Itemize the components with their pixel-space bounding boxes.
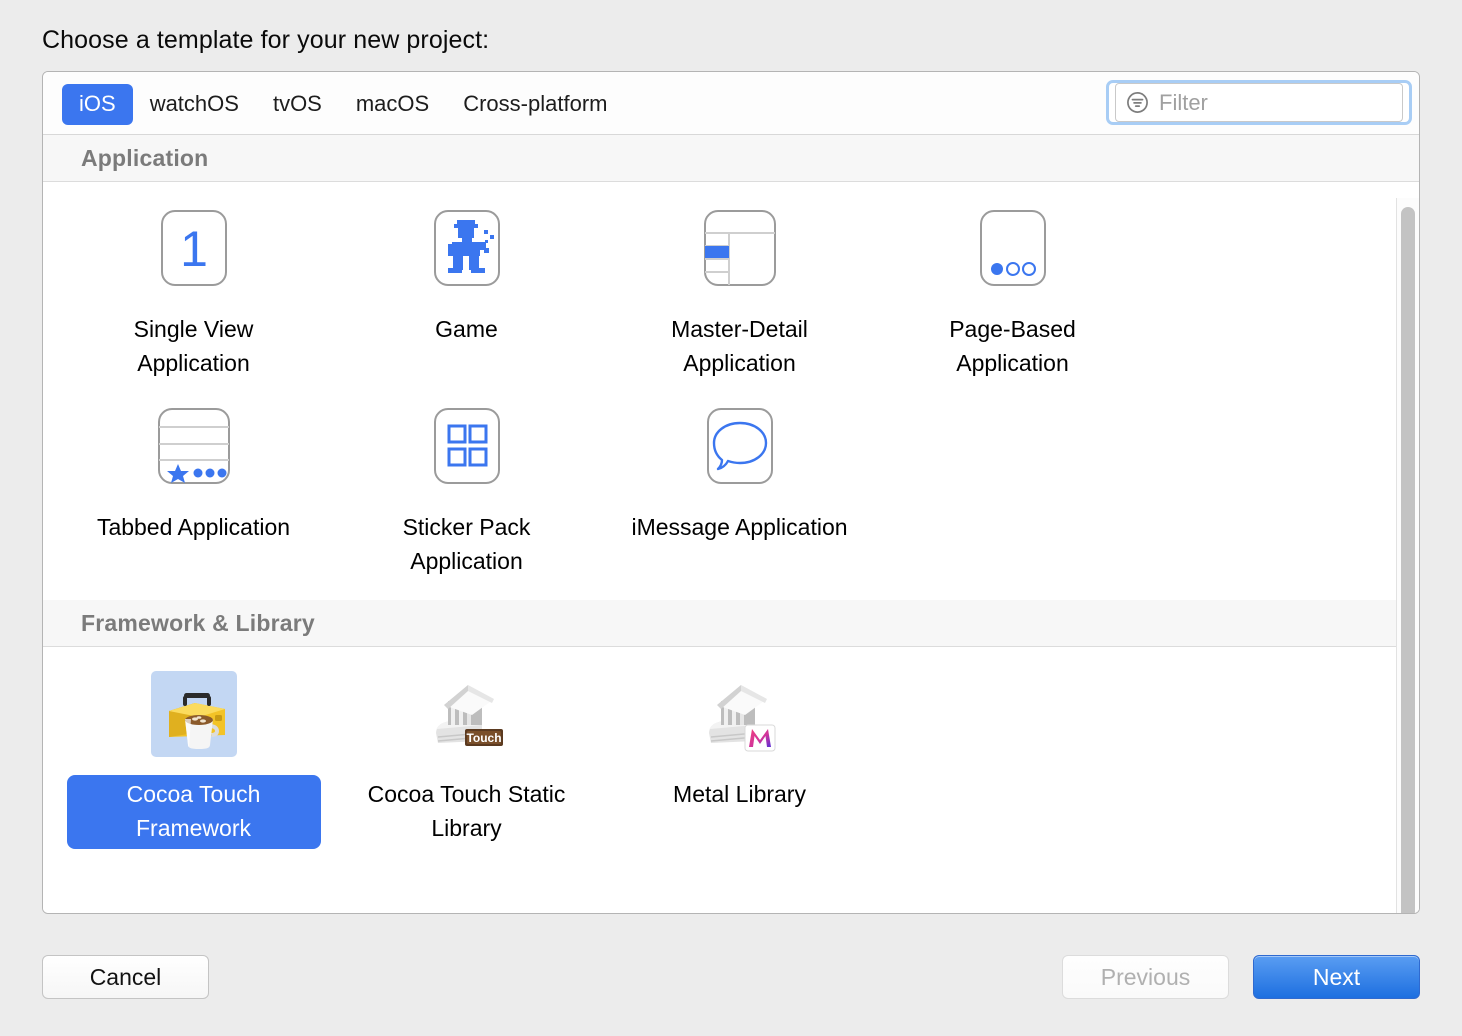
template-item-label: Cocoa Touch Static Library — [340, 775, 594, 849]
static-library-badge-text: Touch — [466, 731, 501, 745]
tab-macos[interactable]: macOS — [339, 84, 446, 125]
template-item-imessage-application[interactable]: iMessage Application — [603, 392, 876, 590]
dialog-prompt: Choose a template for your new project: — [42, 26, 489, 55]
game-robot-icon — [424, 206, 510, 292]
library-touch-icon: Touch — [424, 671, 510, 757]
template-item-label: Page-Based Application — [886, 310, 1140, 384]
tab-tvos[interactable]: tvOS — [256, 84, 339, 125]
library-metal-icon — [697, 671, 783, 757]
template-chooser-panel: iOS watchOS tvOS macOS Cross-platform — [42, 71, 1420, 914]
new-project-template-dialog: Choose a template for your new project: … — [0, 0, 1462, 1036]
template-grid-application: 1 Single View Application — [43, 194, 1398, 590]
imessage-icon — [697, 404, 783, 490]
template-item-page-based-application[interactable]: Page-Based Application — [876, 194, 1149, 392]
template-item-cocoa-touch-static-library[interactable]: Touch Cocoa Touch Static Library — [330, 659, 603, 857]
template-item-single-view-application[interactable]: 1 Single View Application — [57, 194, 330, 392]
platform-tab-bar: iOS watchOS tvOS macOS Cross-platform — [62, 84, 624, 125]
template-item-label: Cocoa Touch Framework — [67, 775, 321, 849]
template-item-label: Master-Detail Application — [613, 310, 867, 384]
panel-toolbar: iOS watchOS tvOS macOS Cross-platform — [43, 72, 1419, 135]
scrollbar-thumb[interactable] — [1401, 207, 1415, 914]
filter-field-focus-ring: Filter — [1106, 80, 1412, 125]
master-detail-icon — [697, 206, 783, 292]
template-item-tabbed-application[interactable]: Tabbed Application — [57, 392, 330, 590]
template-item-metal-library[interactable]: Metal Library — [603, 659, 876, 857]
template-item-master-detail-application[interactable]: Master-Detail Application — [603, 194, 876, 392]
template-item-game[interactable]: Game — [330, 194, 603, 392]
single-view-icon: 1 — [151, 206, 237, 292]
template-item-label: Tabbed Application — [85, 508, 302, 548]
section-header-application: Application — [43, 135, 1419, 182]
template-item-label: iMessage Application — [619, 508, 859, 548]
filter-icon — [1126, 91, 1149, 114]
tabbed-icon — [151, 404, 237, 490]
template-item-cocoa-touch-framework[interactable]: Cocoa Touch Framework — [57, 659, 330, 857]
filter-placeholder: Filter — [1159, 90, 1208, 116]
tab-ios[interactable]: iOS — [62, 84, 133, 125]
tab-watchos[interactable]: watchOS — [133, 84, 256, 125]
page-based-icon — [970, 206, 1056, 292]
svg-text:1: 1 — [180, 221, 208, 277]
section-header-framework-library: Framework & Library — [43, 600, 1419, 647]
template-grid-framework-library: Cocoa Touch Framework — [43, 659, 1398, 857]
toolbox-cocoa-icon — [151, 671, 237, 757]
template-item-label: Single View Application — [67, 310, 321, 384]
filter-field[interactable]: Filter — [1115, 83, 1403, 122]
template-item-sticker-pack-application[interactable]: Sticker Pack Application — [330, 392, 603, 590]
section-body-application: 1 Single View Application — [43, 182, 1419, 600]
template-item-label: Sticker Pack Application — [340, 508, 594, 582]
template-item-label: Game — [423, 310, 510, 350]
next-button[interactable]: Next — [1253, 955, 1420, 999]
template-item-label: Metal Library — [661, 775, 818, 815]
cancel-button[interactable]: Cancel — [42, 955, 209, 999]
template-scroll-area: Application 1 Single View Application — [43, 135, 1419, 914]
section-body-framework-library: Cocoa Touch Framework — [43, 647, 1419, 867]
sticker-pack-icon — [424, 404, 510, 490]
previous-button[interactable]: Previous — [1062, 955, 1229, 999]
vertical-scrollbar[interactable] — [1396, 198, 1419, 914]
tab-cross-platform[interactable]: Cross-platform — [446, 84, 624, 125]
